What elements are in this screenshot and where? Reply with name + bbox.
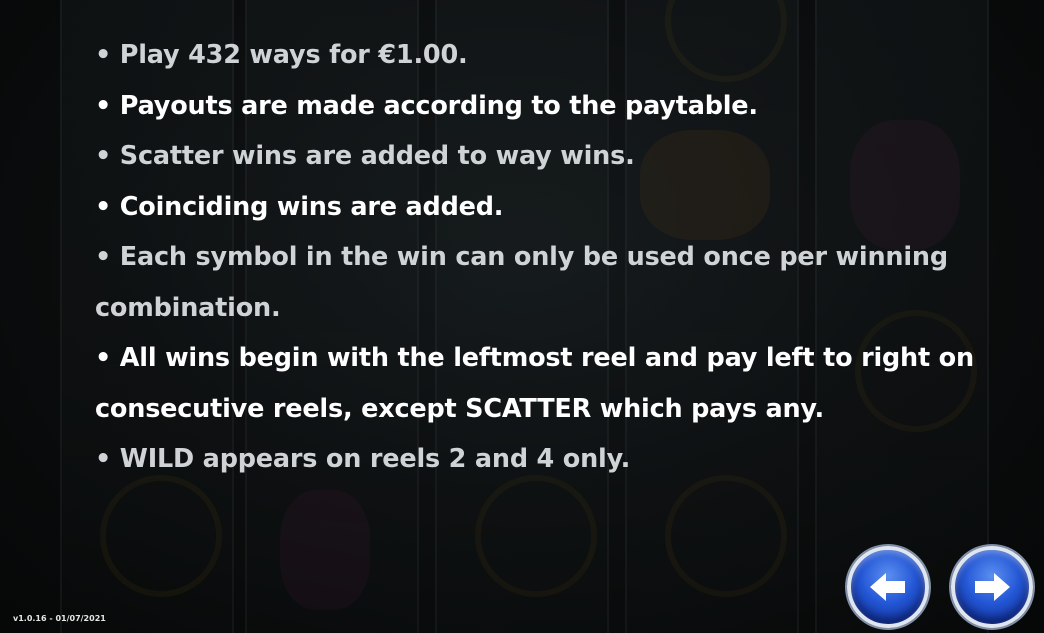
- ghost-symbol: [665, 475, 787, 597]
- rule-line: • All wins begin with the leftmost reel …: [95, 343, 974, 373]
- ghost-symbol: [475, 475, 597, 597]
- arrow-left-icon: [870, 573, 905, 601]
- rule-line: consecutive reels, except SCATTER which …: [95, 393, 825, 424]
- arrow-right-icon: [975, 573, 1010, 601]
- next-page-button[interactable]: [951, 546, 1033, 628]
- rule-line: • Play 432 ways for €1.00.: [95, 40, 468, 70]
- version-label: v1.0.16 - 01/07/2021: [13, 614, 106, 623]
- rule-line: • WILD appears on reels 2 and 4 only.: [95, 444, 631, 474]
- ghost-symbol: [100, 475, 222, 597]
- ghost-symbol: [280, 490, 370, 610]
- rule-line: • Payouts are made according to the payt…: [95, 90, 758, 121]
- rule-line: • Coinciding wins are added.: [95, 191, 504, 222]
- rule-line: • Each symbol in the win can only be use…: [95, 242, 948, 272]
- rule-line: • Scatter wins are added to way wins.: [95, 141, 635, 171]
- rule-line: combination.: [95, 292, 281, 323]
- previous-page-button[interactable]: [847, 546, 929, 628]
- game-rules-list: • Play 432 ways for €1.00. • Payouts are…: [95, 30, 975, 485]
